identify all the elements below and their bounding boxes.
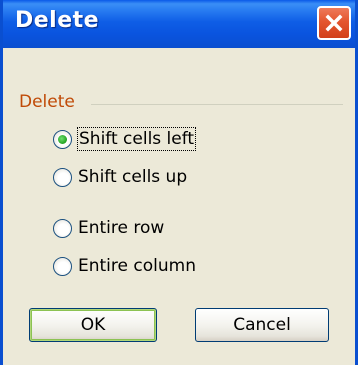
radio-entire-row[interactable]: Entire row	[53, 215, 164, 241]
cancel-button[interactable]: Cancel	[195, 308, 329, 342]
radio-button[interactable]	[53, 218, 72, 238]
radio-shift-cells-up[interactable]: Shift cells up	[53, 164, 187, 190]
dialog-title: Delete	[15, 8, 100, 33]
delete-dialog: Delete Delete Shift cells left Shift cel…	[0, 0, 358, 365]
radio-button-checked[interactable]	[53, 129, 72, 149]
radio-label-entire-column: Entire column	[78, 256, 196, 276]
title-bar[interactable]: Delete	[3, 0, 355, 48]
close-button[interactable]	[317, 6, 351, 40]
radio-button[interactable]	[53, 256, 72, 276]
radio-button[interactable]	[53, 167, 72, 187]
group-divider	[91, 104, 343, 105]
radio-shift-cells-left[interactable]: Shift cells left	[53, 126, 197, 152]
radio-entire-column[interactable]: Entire column	[53, 253, 196, 279]
radio-label-entire-row: Entire row	[78, 218, 165, 238]
radio-label-shift-cells-up: Shift cells up	[78, 167, 188, 187]
radio-label-shift-cells-left: Shift cells left	[76, 127, 197, 151]
close-icon	[325, 14, 343, 32]
group-label: Delete	[19, 92, 81, 112]
ok-button[interactable]: OK	[29, 308, 157, 342]
